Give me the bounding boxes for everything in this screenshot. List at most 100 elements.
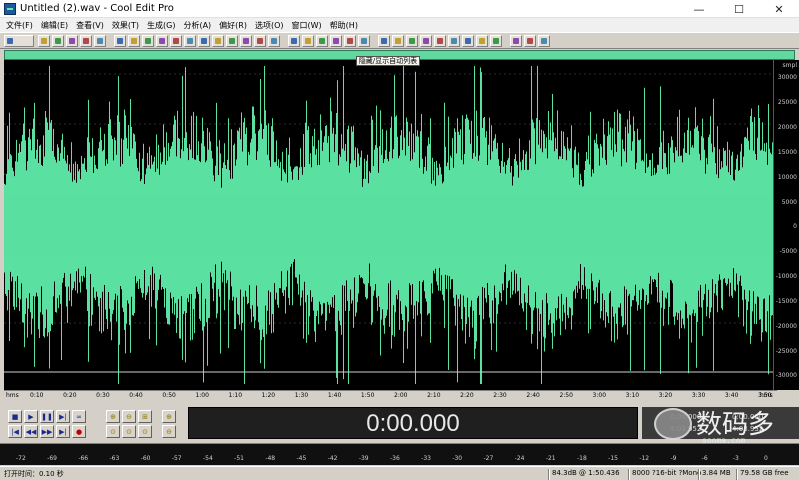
toolbar-button-icon[interactable]	[434, 35, 446, 47]
time-ruler-tick: 0:40	[129, 392, 143, 399]
play-button[interactable]: ▶	[24, 410, 38, 423]
toolbar-button-icon[interactable]	[240, 35, 252, 47]
time-ruler-tick: 2:50	[559, 392, 573, 399]
zoom-full-icon[interactable]: ⊞	[138, 410, 152, 423]
record-button[interactable]: ●	[72, 425, 86, 438]
level-meter-label: -60	[140, 455, 151, 462]
toolbar-button-icon[interactable]	[358, 35, 370, 47]
level-meter-label: -24	[514, 455, 525, 462]
close-button[interactable]: ✕	[759, 0, 799, 18]
time-ruler-tick: 3:40	[724, 392, 739, 399]
toolbar-button-icon[interactable]	[302, 35, 314, 47]
toolbar-button-icon[interactable]	[330, 35, 342, 47]
toolbar-button-icon[interactable]	[344, 35, 356, 47]
menu-view[interactable]: 查看(V)	[72, 20, 108, 31]
toolbar-button-icon[interactable]	[212, 35, 224, 47]
toolbar-button-icon[interactable]	[52, 35, 64, 47]
toolbar-button-icon[interactable]	[462, 35, 474, 47]
toolbar-button-icon[interactable]	[288, 35, 300, 47]
window-title: Untitled (2).wav - Cool Edit Pro	[20, 3, 174, 14]
level-meter-label: -21	[545, 455, 556, 462]
time-ruler[interactable]: hms hms 0:10 0:20 0:30 0:40 0:50 1:00 1:10 1:20…	[4, 390, 777, 402]
toolbar-button-icon[interactable]	[510, 35, 522, 47]
toolbar-button-icon[interactable]	[490, 35, 502, 47]
zoom-left-icon[interactable]: ⊙	[106, 425, 120, 438]
toolbar-button-icon[interactable]	[254, 35, 266, 47]
menu-analyze[interactable]: 分析(A)	[179, 20, 215, 31]
zoom-in-horizontal-icon[interactable]: ⊕	[106, 410, 120, 423]
level-meter-label: -3	[732, 455, 739, 462]
level-meter-label: -39	[358, 455, 369, 462]
level-meter-label: -12	[639, 455, 650, 462]
time-ruler-tick: 0:10	[30, 392, 44, 399]
zoom-in-vertical-icon[interactable]: ⊕	[162, 410, 176, 423]
level-meter-label: -18	[577, 455, 587, 462]
time-ruler-tick: 2:30	[493, 392, 507, 399]
zoom-selection-icon[interactable]: ⊙	[138, 425, 152, 438]
amplitude-label: -30000	[775, 372, 797, 379]
toolbar-button-icon[interactable]	[378, 35, 390, 47]
toolbar-button-icon[interactable]	[392, 35, 404, 47]
toolbar-button-icon[interactable]	[524, 35, 536, 47]
toolbar-button-icon[interactable]	[170, 35, 182, 47]
stop-button[interactable]: ■	[8, 410, 22, 423]
toolbar-button-icon[interactable]	[538, 35, 550, 47]
play-to-end-button[interactable]: ▶|	[56, 410, 70, 423]
toggle-cue-list-button[interactable]: 隐藏/显示自动列表	[356, 56, 420, 66]
zoom-out-vertical-icon[interactable]: ⊖	[162, 425, 176, 438]
level-meter-label: -33	[421, 455, 431, 462]
menu-options[interactable]: 选项(O)	[251, 20, 288, 31]
menu-bar: 文件(F) 编辑(E) 查看(V) 效果(T) 生成(G) 分析(A) 偏好(R…	[0, 18, 799, 32]
toolbar-button-icon[interactable]	[226, 35, 238, 47]
toolbar-button-icon[interactable]	[4, 35, 34, 47]
zoom-right-icon[interactable]: ⊙	[122, 425, 136, 438]
toolbar-button-icon[interactable]	[128, 35, 140, 47]
go-to-end-button[interactable]: ▶|	[56, 425, 70, 438]
toolbar-button-icon[interactable]	[142, 35, 154, 47]
amplitude-label: -5000	[779, 248, 797, 255]
waveform-display[interactable]	[4, 60, 773, 390]
toolbar-button-icon[interactable]	[316, 35, 328, 47]
time-ruler-tick: 1:20	[261, 392, 276, 399]
watermark: 数码多 sooma.com	[650, 404, 799, 446]
amplitude-label: 15000	[777, 149, 797, 156]
minimize-button[interactable]: —	[679, 0, 719, 18]
pause-button[interactable]: ❚❚	[40, 410, 54, 423]
zoom-out-horizontal-icon[interactable]: ⊖	[122, 410, 136, 423]
toolbar-button-icon[interactable]	[406, 35, 418, 47]
toolbar-button-icon[interactable]	[198, 35, 210, 47]
rewind-button[interactable]: ◀◀	[24, 425, 38, 438]
toolbar-button-icon[interactable]	[94, 35, 106, 47]
menu-effects[interactable]: 效果(T)	[108, 20, 143, 31]
status-file-size: 3.84 MB	[702, 469, 731, 477]
maximize-button[interactable]: ☐	[719, 0, 759, 18]
amplitude-label: 10000	[777, 174, 797, 181]
status-level: 84.3dB @ 1:50.436	[552, 469, 620, 477]
go-to-start-button[interactable]: |◀	[8, 425, 22, 438]
toolbar-button-icon[interactable]	[156, 35, 168, 47]
time-ruler-tick: 1:40	[327, 392, 342, 399]
menu-favorites[interactable]: 偏好(R)	[215, 20, 251, 31]
app-icon	[4, 2, 16, 15]
toolbar-button-icon[interactable]	[80, 35, 92, 47]
menu-generate[interactable]: 生成(G)	[143, 20, 179, 31]
menu-window[interactable]: 窗口(W)	[288, 20, 326, 31]
level-meter-label: -27	[483, 455, 494, 462]
status-bar: 打开时间：0.10 秒 84.3dB @ 1:50.436 8000 ?16-b…	[0, 466, 799, 480]
toolbar-button-icon[interactable]	[420, 35, 432, 47]
menu-help[interactable]: 帮助(H)	[326, 20, 362, 31]
menu-edit[interactable]: 编辑(E)	[37, 20, 72, 31]
toolbar-button-icon[interactable]	[184, 35, 196, 47]
toolbar-button-icon[interactable]	[476, 35, 488, 47]
loop-button[interactable]: ∞	[72, 410, 86, 423]
toolbar-button-icon[interactable]	[448, 35, 460, 47]
toolbar-button-icon[interactable]	[114, 35, 126, 47]
menu-file[interactable]: 文件(F)	[2, 20, 37, 31]
transport-controls: ■ ▶ ❚❚ ▶| ∞ |◀ ◀◀ ▶▶ ▶| ● ⊕ ⊖ ⊞ ⊕ ⊙ ⊙ ⊙ …	[4, 406, 180, 440]
toolbar-button-icon[interactable]	[38, 35, 50, 47]
forward-button[interactable]: ▶▶	[40, 425, 54, 438]
toolbar-button-icon[interactable]	[268, 35, 280, 47]
time-ruler-start: hms	[6, 392, 19, 399]
toolbar-button-icon[interactable]	[66, 35, 78, 47]
waveform-svg[interactable]	[4, 60, 773, 390]
